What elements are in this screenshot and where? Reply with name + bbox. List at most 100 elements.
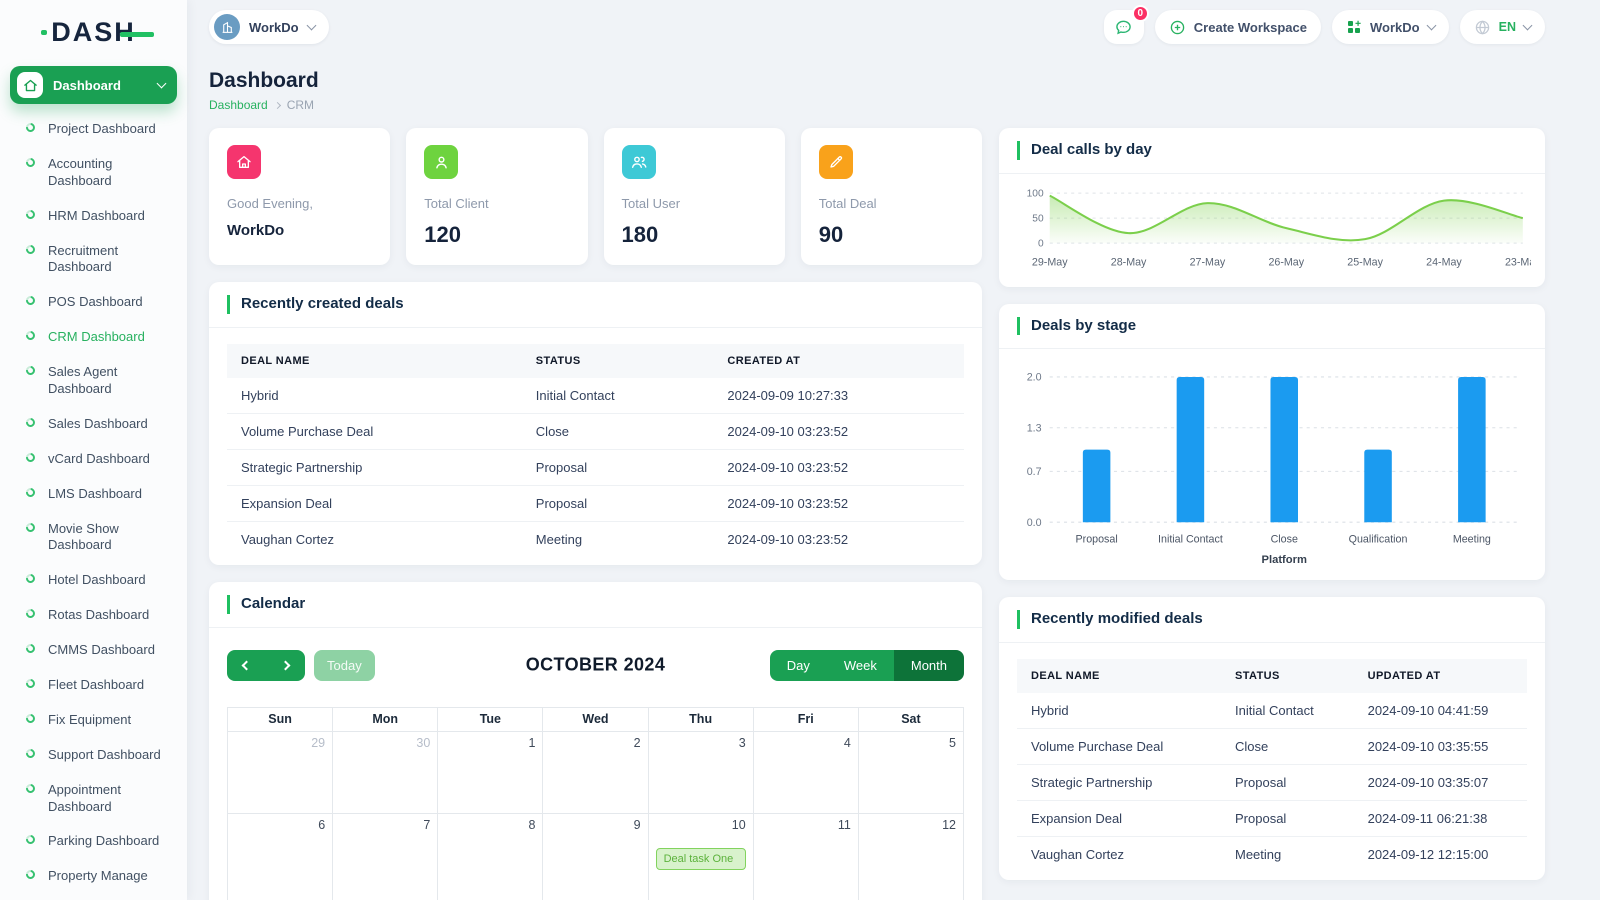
sidebar-item[interactable]: CRM Dashboard (10, 320, 177, 355)
calendar-day-cell[interactable]: 7 (333, 813, 438, 900)
circle-bullet-icon (24, 208, 37, 221)
table-cell: 2024-09-10 03:23:52 (713, 485, 964, 521)
chat-icon (1114, 18, 1133, 37)
workspace-menu-button[interactable]: WorkDo (1332, 10, 1449, 44)
sidebar-nav: Project DashboardAccounting DashboardHRM… (10, 112, 177, 900)
sidebar-item[interactable]: POS Dashboard (10, 285, 177, 320)
sidebar-item[interactable]: LMS Dashboard (10, 477, 177, 512)
deal-calls-chart: 05010029-May28-May27-May26-May25-May24-M… (999, 174, 1545, 287)
svg-text:100: 100 (1027, 188, 1044, 199)
calendar-day-cell[interactable]: 9 (543, 813, 648, 900)
messages-button[interactable]: 0 (1104, 10, 1144, 44)
table-row: Expansion DealProposal2024-09-10 03:23:5… (227, 485, 964, 521)
calendar-day-cell[interactable]: 30 (333, 731, 438, 813)
calendar-next-button[interactable] (266, 650, 305, 681)
calendar-event[interactable]: Deal task One (656, 848, 746, 870)
create-workspace-button[interactable]: Create Workspace (1155, 10, 1321, 44)
sidebar-item-label: CMMS Dashboard (48, 642, 155, 659)
table-cell: 2024-09-10 03:35:55 (1354, 729, 1527, 765)
workspace-selector[interactable]: WorkDo (209, 10, 329, 44)
sidebar-item[interactable]: HRM Dashboard (10, 199, 177, 234)
sidebar-item[interactable]: Parking Dashboard (10, 824, 177, 859)
topbar-right: 0 Create Workspace WorkDo EN (1104, 10, 1545, 44)
calendar-day-cell[interactable]: 6 (228, 813, 333, 900)
sidebar-item[interactable]: Project Dashboard (10, 112, 177, 147)
content: Good Evening,WorkDoTotal Client120Total … (209, 128, 1545, 900)
deals-by-stage-card: Deals by stage 0.00.71.32.0ProposalIniti… (999, 304, 1545, 581)
calendar-day-number: 1 (445, 736, 535, 750)
breadcrumb-root[interactable]: Dashboard (209, 98, 268, 112)
circle-bullet-icon (24, 642, 37, 655)
sidebar-item[interactable]: Sales Agent Dashboard (10, 355, 177, 407)
sidebar-item[interactable]: Fleet Dashboard (10, 668, 177, 703)
column-header: STATUS (522, 344, 714, 378)
calendar-prev-button[interactable] (227, 650, 266, 681)
calendar-day-cell[interactable]: 29 (228, 731, 333, 813)
table-cell: Proposal (1221, 801, 1354, 837)
table-cell: Close (522, 413, 714, 449)
calendar-week-row: 678910Deal task One11 12 (228, 813, 964, 900)
app-logo[interactable]: DASH (10, 12, 177, 52)
sidebar-item[interactable]: Recruitment Dashboard (10, 234, 177, 286)
sidebar-item[interactable]: Appointment Dashboard (10, 773, 177, 825)
calendar-view-month-button[interactable]: Month (894, 650, 964, 681)
sidebar-item[interactable]: Support Dashboard (10, 738, 177, 773)
svg-text:23-May: 23-May (1505, 256, 1531, 268)
circle-bullet-icon (24, 573, 37, 586)
sidebar-item[interactable]: CMMS Dashboard (10, 633, 177, 668)
calendar-daynames-row: SunMonTueWedThuFriSat (228, 707, 964, 731)
sidebar: DASH Dashboard Project DashboardAccounti… (0, 0, 187, 900)
calendar-day-cell[interactable]: 5 (858, 731, 963, 813)
table-header-row: DEAL NAMESTATUSUPDATED AT (1017, 659, 1527, 693)
svg-text:Meeting: Meeting (1453, 534, 1491, 546)
sidebar-item[interactable]: Accounting Dashboard (10, 147, 177, 199)
breadcrumb-current: CRM (287, 98, 314, 112)
calendar-dayname: Wed (543, 707, 648, 731)
sidebar-item[interactable]: Sales Dashboard (10, 407, 177, 442)
chevron-down-icon (157, 79, 167, 89)
table-cell: Volume Purchase Deal (227, 413, 522, 449)
circle-bullet-icon (24, 295, 37, 308)
calendar-day-cell[interactable]: 2 (543, 731, 648, 813)
stat-value: 90 (819, 222, 964, 248)
stat-label: Good Evening, (227, 196, 372, 211)
sidebar-item[interactable]: Fix Equipment (10, 703, 177, 738)
language-selector[interactable]: EN (1460, 10, 1545, 44)
calendar-day-cell[interactable]: 1 (438, 731, 543, 813)
column-header: UPDATED AT (1354, 659, 1527, 693)
calendar-week-row: 2930 12345 (228, 731, 964, 813)
circle-bullet-icon (24, 712, 37, 725)
table-cell: Vaughan Cortez (1017, 837, 1221, 873)
sidebar-item[interactable]: Rotas Dashboard (10, 598, 177, 633)
table-cell: 2024-09-10 03:23:52 (713, 521, 964, 557)
sidebar-item[interactable]: Property Manage (10, 859, 177, 894)
svg-text:0.7: 0.7 (1027, 466, 1042, 478)
home-icon (17, 72, 43, 98)
card-title: Deal calls by day (1017, 141, 1152, 160)
circle-bullet-icon (24, 451, 37, 464)
sidebar-item-label: Support Dashboard (48, 747, 161, 764)
calendar-day-cell[interactable]: 4 (753, 731, 858, 813)
sidebar-item[interactable]: Hotel Dashboard (10, 563, 177, 598)
calendar-view-day-button[interactable]: Day (770, 650, 827, 681)
sidebar-item-label: vCard Dashboard (48, 451, 150, 468)
sidebar-item-dashboard[interactable]: Dashboard (10, 66, 177, 104)
sidebar-item[interactable]: vCard Dashboard (10, 442, 177, 477)
calendar-day-number: 12 (866, 818, 956, 832)
calendar-view-week-button[interactable]: Week (827, 650, 894, 681)
calendar-day-cell[interactable]: 11 (753, 813, 858, 900)
table-row: Volume Purchase DealClose2024-09-10 03:2… (227, 413, 964, 449)
svg-text:0: 0 (1038, 238, 1044, 249)
calendar-day-cell[interactable]: 3 (648, 731, 753, 813)
calendar-day-cell[interactable]: 12 (858, 813, 963, 900)
calendar-today-button[interactable]: Today (314, 650, 375, 681)
table-cell: Expansion Deal (227, 485, 522, 521)
sidebar-item[interactable]: Movie Show Dashboard (10, 512, 177, 564)
sidebar-item[interactable]: Beauty Spa Dashboard (10, 894, 177, 900)
circle-bullet-icon (24, 243, 37, 256)
circle-bullet-icon (24, 486, 37, 499)
calendar-day-cell[interactable]: 10Deal task One (648, 813, 753, 900)
circle-bullet-icon (24, 747, 37, 760)
calendar-day-cell[interactable]: 8 (438, 813, 543, 900)
table-cell: Initial Contact (1221, 693, 1354, 729)
